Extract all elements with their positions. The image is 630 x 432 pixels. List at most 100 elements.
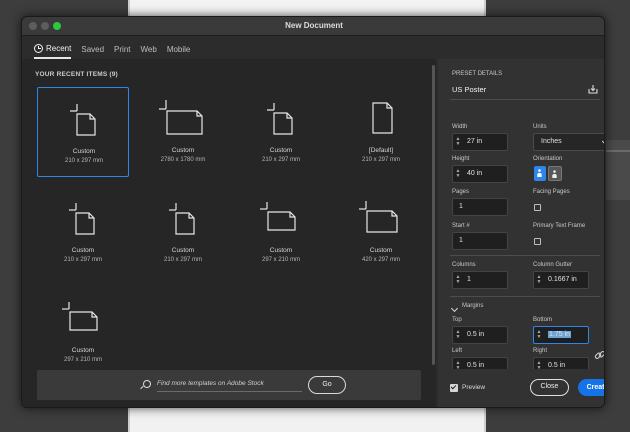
landscape-orientation-button[interactable] <box>548 166 562 181</box>
margins-label[interactable]: Margins <box>462 303 483 309</box>
search-icon <box>143 380 151 388</box>
height-label: Height <box>452 156 470 162</box>
recent-item[interactable]: Custom 210 x 297 mm <box>137 187 229 277</box>
item-name: [Default] <box>368 147 394 154</box>
right-margin-value: 0.5 in <box>548 362 566 369</box>
preset-details-panel: PRESET DETAILS US Poster Width ▲ ▼ 27 in … <box>438 59 605 407</box>
landscape-document-icon <box>260 202 296 231</box>
recent-item[interactable]: [Default] 210 x 297 mm <box>335 87 427 177</box>
facing-pages-checkbox[interactable] <box>534 204 541 211</box>
tab-saved[interactable]: Saved <box>81 41 104 58</box>
portrait-document-icon <box>267 103 293 135</box>
tab-mobile[interactable]: Mobile <box>167 41 191 58</box>
link-margins-icon[interactable] <box>594 349 605 361</box>
tab-recent-label: Recent <box>46 43 72 53</box>
recent-item[interactable]: Custom 297 x 210 mm <box>37 287 129 377</box>
start-page-field[interactable]: 1 <box>452 232 508 250</box>
preset-name[interactable]: US Poster <box>452 85 486 94</box>
item-size: 420 x 297 mm <box>361 257 401 263</box>
dialog-footer: Preview Close Create <box>438 369 604 407</box>
create-button[interactable]: Create <box>578 379 604 396</box>
tab-print[interactable]: Print <box>114 41 130 58</box>
item-size: 210 x 297 mm <box>163 257 203 263</box>
stepper-icon[interactable]: ▲ ▼ <box>455 137 461 147</box>
bottom-margin-field[interactable]: ▲ ▼ 1.75 in <box>533 326 589 344</box>
item-size: 210 x 297 mm <box>64 158 104 164</box>
stock-search-input[interactable]: Find more templates on Adobe Stock <box>157 380 302 392</box>
stepper-icon[interactable]: ▲ ▼ <box>455 275 461 285</box>
go-button[interactable]: Go <box>308 376 346 394</box>
primary-text-frame-label: Primary Text Frame <box>533 223 586 229</box>
clock-icon <box>34 43 43 53</box>
column-gutter-label: Column Gutter <box>533 262 573 268</box>
background-panel-strip <box>606 140 630 200</box>
units-value: Inches <box>541 138 562 145</box>
recent-item[interactable]: Custom 2780 x 1780 mm <box>137 87 229 177</box>
landscape-document-icon <box>159 100 203 135</box>
pages-label: Pages <box>452 189 470 195</box>
item-name: Custom <box>171 247 195 254</box>
close-button[interactable]: Close <box>530 379 569 396</box>
item-size: 210 x 297 mm <box>261 157 301 163</box>
background-panel-line <box>606 150 630 152</box>
recent-item[interactable]: Custom 210 x 297 mm <box>37 87 129 177</box>
item-name: Custom <box>72 148 96 155</box>
save-preset-icon[interactable] <box>588 84 598 94</box>
recent-item[interactable]: Custom 210 x 297 mm <box>37 187 129 277</box>
tab-web[interactable]: Web <box>141 41 157 58</box>
preview-checkbox[interactable] <box>450 384 458 392</box>
left-margin-value: 0.5 in <box>467 362 485 369</box>
stepper-icon[interactable]: ▲ ▼ <box>455 169 461 179</box>
column-gutter-field[interactable]: ▲ ▼ 0.1667 in <box>533 271 589 289</box>
item-size: 297 x 210 mm <box>261 257 301 263</box>
recent-item[interactable]: Custom 420 x 297 mm <box>335 187 427 277</box>
landscape-document-icon <box>359 201 398 233</box>
item-size: 297 x 210 mm <box>63 357 103 363</box>
preset-details-heading: PRESET DETAILS <box>452 71 503 77</box>
recent-items-scrollbar[interactable] <box>432 65 435 365</box>
height-field[interactable]: ▲ ▼ 40 in <box>452 165 508 183</box>
section-divider <box>450 296 600 297</box>
item-name: Custom <box>269 247 293 254</box>
start-value: 1 <box>459 237 463 244</box>
category-tabs: Recent Saved Print Web Mobile <box>34 39 190 59</box>
new-document-dialog: New Document Recent Saved Print Web Mobi… <box>21 16 605 408</box>
portrait-document-icon <box>169 203 195 235</box>
primary-text-frame-checkbox[interactable] <box>534 238 541 245</box>
pages-field[interactable]: 1 <box>452 198 508 216</box>
default-document-icon <box>372 102 393 134</box>
stepper-icon[interactable]: ▲ ▼ <box>455 330 461 340</box>
item-name: Custom <box>171 147 195 154</box>
top-margin-field[interactable]: ▲ ▼ 0.5 in <box>452 326 508 344</box>
columns-field[interactable]: ▲ ▼ 1 <box>452 271 508 289</box>
width-label: Width <box>452 124 468 130</box>
recent-item[interactable]: Custom 210 x 297 mm <box>235 87 327 177</box>
start-label: Start # <box>452 223 470 229</box>
bottom-margin-value: 1.75 in <box>548 331 572 338</box>
chevron-down-icon <box>601 137 604 146</box>
gutter-value: 0.1667 in <box>548 276 577 283</box>
top-margin-value: 0.5 in <box>467 331 485 338</box>
item-name: Custom <box>269 147 293 154</box>
background-document-edge <box>128 408 486 432</box>
section-divider <box>450 255 600 256</box>
left-margin-label: Left <box>452 348 463 354</box>
columns-label: Columns <box>452 262 476 268</box>
height-value: 40 in <box>467 170 483 177</box>
landscape-document-icon <box>62 302 98 331</box>
stepper-icon[interactable]: ▲ ▼ <box>536 275 542 285</box>
item-size: 210 x 297 mm <box>361 157 401 163</box>
recent-items-panel: YOUR RECENT ITEMS (9) Custom 210 x 297 m… <box>22 59 436 407</box>
portrait-orientation-button[interactable] <box>534 166 546 181</box>
recent-items-heading: YOUR RECENT ITEMS (9) <box>35 71 118 78</box>
right-margin-label: Right <box>533 348 548 354</box>
units-select[interactable]: Inches <box>533 133 604 151</box>
chevron-down-icon[interactable] <box>450 304 459 313</box>
tab-recent[interactable]: Recent <box>34 40 72 59</box>
stepper-icon[interactable]: ▲ ▼ <box>536 330 542 340</box>
orientation-label: Orientation <box>533 156 563 162</box>
width-field[interactable]: ▲ ▼ 27 in <box>452 133 508 151</box>
recent-item[interactable]: Custom 297 x 210 mm <box>235 187 327 277</box>
units-label: Units <box>533 124 547 130</box>
top-margin-label: Top <box>452 317 462 323</box>
